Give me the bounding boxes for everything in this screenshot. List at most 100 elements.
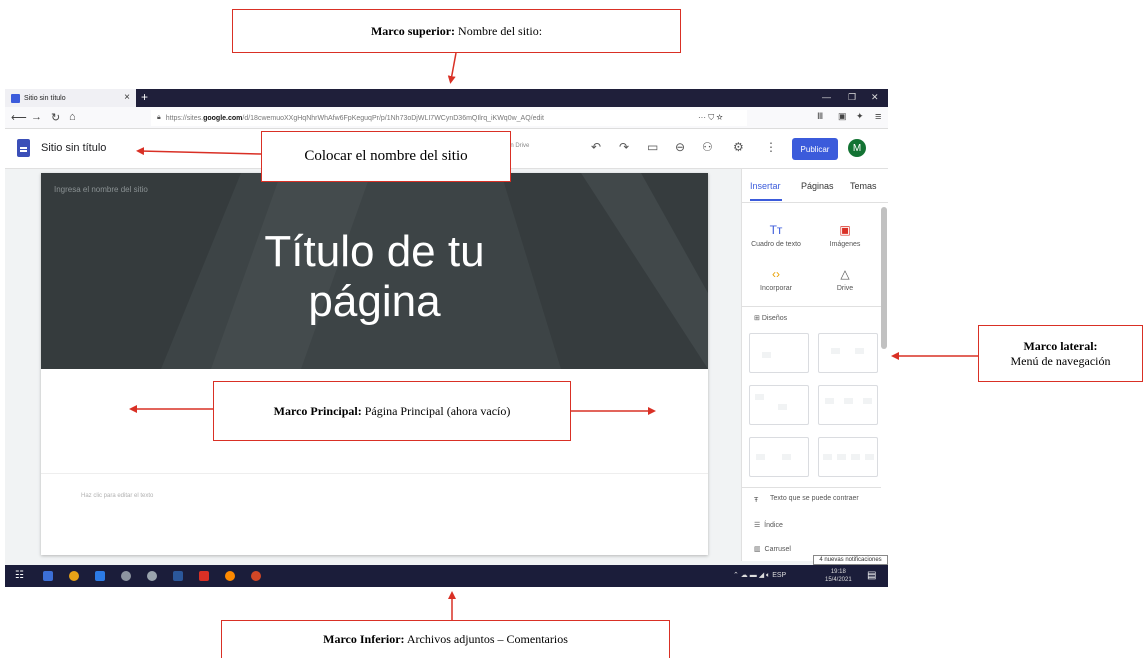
page-canvas[interactable]: Ingresa el nombre del sitio Título de tu…	[41, 173, 708, 555]
edit-text-placeholder[interactable]: Haz clic para editar el texto	[81, 493, 153, 499]
home-icon[interactable]: ⌂	[69, 111, 76, 123]
layout-thumb-icon	[844, 398, 853, 404]
settings-icon[interactable]: ⚙	[733, 140, 744, 154]
avatar[interactable]: M	[848, 139, 866, 157]
arrow-top	[447, 52, 457, 84]
layout-thumb-icon	[762, 352, 771, 358]
google-sites-icon[interactable]	[17, 139, 30, 157]
text-box-icon: Tт	[769, 223, 783, 237]
layout-thumb-icon	[755, 394, 764, 400]
sidebar-icon[interactable]: ▣	[838, 111, 847, 122]
annotation-bottom-bold: Marco Inferior:	[323, 632, 405, 646]
firefox-icon[interactable]	[225, 571, 235, 581]
tab-insert[interactable]: Insertar	[750, 181, 781, 191]
action-center-icon[interactable]: ▤	[867, 570, 876, 581]
close-tab-icon[interactable]: ×	[124, 92, 130, 103]
app-icon[interactable]	[121, 571, 131, 581]
tray-glyphs: ⌃ ☁ ▬ ◢ 🔈︎	[733, 572, 773, 579]
insert-drive-label: Drive	[836, 285, 854, 292]
tray-icons[interactable]: ⌃ ☁ ▬ ◢ 🔈︎ ESP	[733, 571, 786, 580]
layout-option[interactable]	[749, 437, 809, 477]
layout-thumb-icon	[825, 398, 834, 404]
clock-time: 19:18	[830, 569, 846, 575]
file-explorer-icon[interactable]	[43, 571, 53, 581]
designs-section[interactable]: ⊞ Diseños	[754, 314, 787, 322]
list-icon: ☰	[754, 522, 761, 529]
page-title-line-1: Título de tu	[264, 227, 485, 276]
layout-thumb-icon	[778, 404, 787, 410]
layout-option[interactable]	[749, 333, 809, 373]
insert-drive[interactable]: △ Drive	[815, 267, 875, 292]
publish-button[interactable]: Publicar	[792, 138, 838, 160]
minimize-icon[interactable]: —	[822, 92, 831, 102]
layout-option[interactable]	[818, 333, 878, 373]
clock[interactable]: 19:18 15/4/2021	[825, 568, 852, 584]
url-host: google.com	[203, 114, 243, 122]
insert-images-label: Imágenes	[829, 241, 861, 248]
windows-taskbar: ☷ ⌃ ☁ ▬ ◢ 🔈︎ ESP 19:18 15/4/2021 ▤	[5, 565, 888, 587]
annotation-site-name-text: Colocar el nombre del sitio	[304, 148, 468, 164]
layout-thumb-icon	[782, 454, 791, 460]
annotation-main-bold: Marco Principal:	[273, 403, 362, 418]
index-label: Índice	[764, 522, 783, 529]
insert-images[interactable]: ▣ Imágenes	[815, 223, 875, 248]
panel-scrollbar[interactable]	[881, 207, 887, 349]
browser-tab-title: Sitio sin título	[24, 94, 66, 102]
url-bar[interactable]: 🔒︎ https://sites. google.com/d/18cwemuoXX…	[151, 110, 747, 126]
page-title[interactable]: Título de tu página	[41, 227, 708, 327]
url-path: /d/18cwemuoXXgHqNhrWhAfw6FpKeguqPr/p/1Nh…	[242, 114, 544, 122]
back-icon[interactable]: ⟵	[11, 111, 27, 124]
mail-icon[interactable]	[95, 571, 105, 581]
lock-icon: 🔒︎	[157, 114, 161, 121]
layout-thumb-icon	[823, 454, 832, 460]
chrome-icon[interactable]	[69, 571, 79, 581]
site-title[interactable]: Sitio sin título	[41, 142, 106, 154]
undo-icon[interactable]: ↶	[591, 140, 601, 154]
collapsible-text-label: Texto que se puede contraer	[770, 495, 859, 502]
forward-icon[interactable]: →	[31, 111, 42, 123]
drive-icon: △	[840, 267, 850, 281]
insert-text-box[interactable]: Tт Cuadro de texto	[746, 223, 806, 248]
new-tab-button[interactable]: +	[141, 90, 148, 104]
components-divider	[742, 487, 881, 488]
layout-option[interactable]	[818, 437, 878, 477]
page-actions-icon[interactable]: ··· ⛉ ☆	[698, 113, 723, 123]
share-icon[interactable]: ⚇	[702, 140, 713, 154]
search-app-icon[interactable]	[147, 571, 157, 581]
powerpoint-icon[interactable]	[251, 571, 261, 581]
close-window-icon[interactable]: ✕	[871, 92, 879, 103]
tab-pages[interactable]: Páginas	[801, 181, 834, 191]
insert-text-box-label: Cuadro de texto	[751, 241, 801, 248]
acrobat-icon[interactable]	[199, 571, 209, 581]
annotation-side-text: Menú de navegación	[1010, 353, 1111, 368]
sites-favicon-icon	[11, 93, 20, 103]
carousel-icon: ▥	[754, 546, 761, 553]
layout-option[interactable]	[749, 385, 809, 425]
insert-embed[interactable]: ‹› Incorporar	[746, 267, 806, 292]
collapsible-text-item[interactable]: Ŧ Texto que se puede contraer	[754, 495, 864, 504]
menu-icon[interactable]: ≡	[875, 111, 881, 123]
start-icon[interactable]: ☷	[15, 570, 24, 581]
tab-themes[interactable]: Temas	[850, 181, 877, 191]
carousel-item[interactable]: ▥ Carrusel	[754, 545, 791, 553]
restore-icon[interactable]: ❐	[848, 92, 856, 103]
extension-icon[interactable]: ✦	[856, 111, 864, 122]
layout-thumb-icon	[865, 454, 874, 460]
annotation-main-frame: Marco Principal: Página Principal (ahora…	[213, 381, 571, 441]
site-name-placeholder[interactable]: Ingresa el nombre del sitio	[54, 185, 148, 194]
redo-icon[interactable]: ↷	[619, 140, 629, 154]
browser-tab[interactable]: Sitio sin título ×	[5, 89, 136, 107]
preview-icon[interactable]: ▭	[647, 140, 658, 154]
index-item[interactable]: ☰ Índice	[754, 521, 783, 529]
annotation-side-bold: Marco lateral:	[1023, 338, 1098, 353]
library-icon[interactable]: Ⅲ	[817, 111, 823, 122]
word-icon[interactable]	[173, 571, 183, 581]
more-options-icon[interactable]: ⋮	[765, 140, 777, 154]
insert-embed-label: Incorporar	[760, 285, 792, 292]
link-icon[interactable]: ⊖	[675, 140, 685, 154]
layout-option[interactable]	[818, 385, 878, 425]
annotation-top-bold: Marco superior:	[370, 23, 456, 38]
section-divider	[41, 473, 708, 474]
reload-icon[interactable]: ↻	[51, 111, 60, 124]
page-header-banner[interactable]: Ingresa el nombre del sitio Título de tu…	[41, 173, 708, 369]
